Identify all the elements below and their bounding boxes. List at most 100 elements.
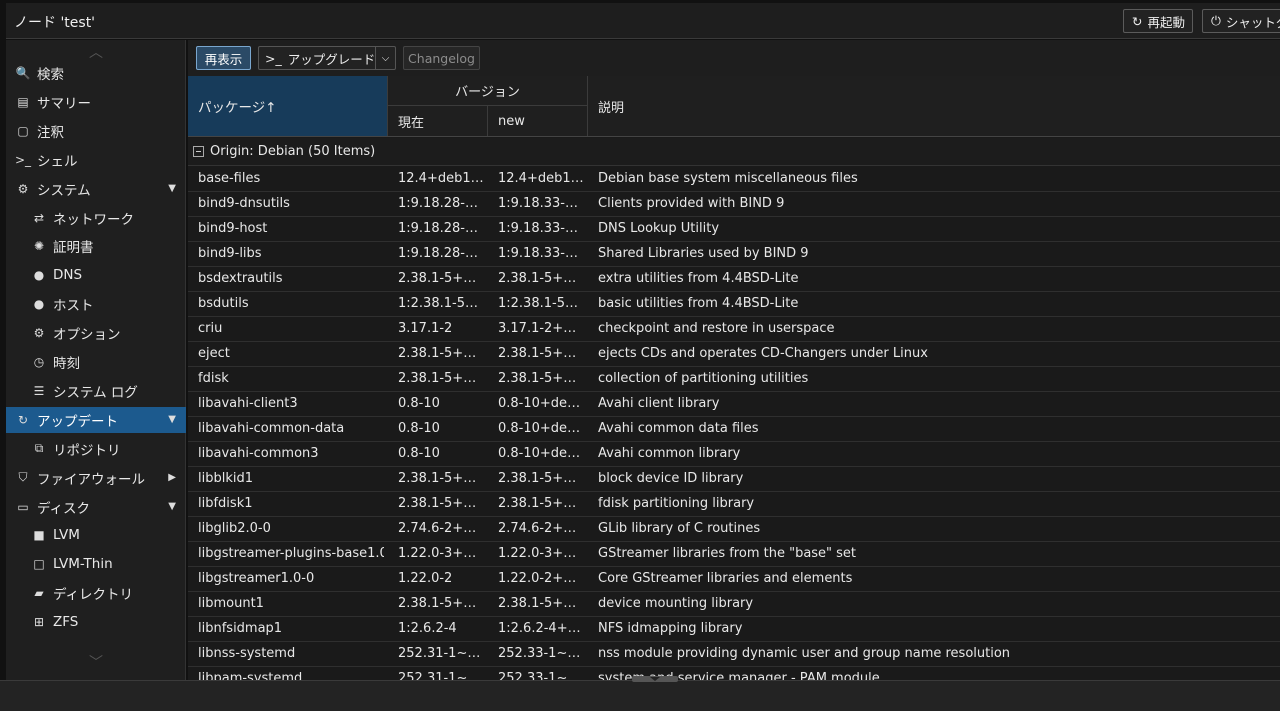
terminal-icon: >_ — [14, 152, 32, 167]
table-row[interactable]: libfdisk1 2.38.1-5+d… 2.38.1-5+d… fdisk par… — [188, 492, 1280, 517]
globe-icon: ● — [33, 268, 45, 283]
column-header-package[interactable]: パッケージ↑ — [188, 76, 388, 136]
caret-right-icon[interactable]: ▶ — [168, 472, 176, 483]
sidebar-item-updates[interactable]: ↻ アップデート ▼ — [6, 406, 186, 433]
power-icon: ⏻ — [1211, 13, 1221, 28]
sidebar-item-certificates[interactable]: ✺ 証明書 — [6, 233, 186, 259]
table-row[interactable]: bind9-dnsutils 1:9.18.28-1… 1:9.18.33-1… Cl… — [188, 192, 1280, 217]
package-name: libavahi-client3 — [198, 396, 298, 411]
sidebar-item-disks[interactable]: ▭ ディスク ▼ — [6, 494, 186, 520]
new-version: 2.38.1-5+d… — [498, 496, 584, 511]
sidebar-item-search[interactable]: 🔍 検索 — [6, 60, 186, 86]
sidebar-item-options[interactable]: ⚙ オプション — [6, 320, 186, 346]
table-row[interactable]: libglib2.0-0 2.74.6-2+d… 2.74.6-2+d… GLib l… — [188, 517, 1280, 542]
caret-down-icon[interactable]: ▼ — [168, 183, 176, 194]
package-description: device mounting library — [598, 596, 754, 611]
sidebar-item-label: 注釈 — [37, 124, 64, 141]
package-name: bind9-libs — [198, 246, 262, 261]
sidebar-item-directory[interactable]: ▰ ディレクトリ — [6, 580, 186, 606]
package-description: Core GStreamer libraries and elements — [598, 571, 853, 586]
sidebar-item-hosts[interactable]: ● ホスト — [6, 291, 186, 317]
sidebar-item-summary[interactable]: ▤ サマリー — [6, 89, 186, 115]
shield-icon: ⛉ — [18, 470, 28, 485]
sidebar-item-notes[interactable]: ▢ 注釈 — [6, 118, 186, 144]
sidebar-item-label: シェル — [37, 153, 78, 170]
caret-down-icon[interactable]: ▼ — [168, 501, 176, 512]
new-version: 3.17.1-2+d… — [498, 321, 584, 336]
table-row[interactable]: criu 3.17.1-2 3.17.1-2+d… checkpoint and re… — [188, 317, 1280, 342]
table-row[interactable]: libavahi-client3 0.8-10 0.8-10+deb… Avahi c… — [188, 392, 1280, 417]
square-outline-icon: □ — [33, 557, 45, 572]
caret-down-icon[interactable]: ▼ — [168, 414, 176, 425]
new-version: 0.8-10+deb… — [498, 421, 584, 436]
new-version: 2.38.1-5+d… — [498, 596, 584, 611]
package-name: libmount1 — [198, 596, 264, 611]
package-name: bind9-dnsutils — [198, 196, 290, 211]
table-row[interactable]: bsdextrautils 2.38.1-5+d… 2.38.1-5+d… extra… — [188, 267, 1280, 292]
sidebar-scroll-down-icon[interactable]: ﹀ — [88, 656, 104, 670]
current-version: 1:9.18.28-1… — [398, 221, 484, 236]
sidebar-item-label: オプション — [53, 327, 121, 344]
sidebar-item-lvm[interactable]: ■ LVM — [6, 522, 186, 548]
column-header-description[interactable]: 説明 — [588, 76, 1280, 136]
table-row[interactable]: bsdutils 1:2.38.1-5+… 1:2.38.1-5+… basic ut… — [188, 292, 1280, 317]
table-row[interactable]: libgstreamer-plugins-base1.0-0 1.22.0-3+d… — [188, 542, 1280, 567]
new-version: 2.38.1-5+d… — [498, 271, 584, 286]
changelog-button[interactable]: Changelog — [403, 46, 480, 70]
square-icon: ■ — [33, 528, 45, 543]
sidebar-item-network[interactable]: ⇄ ネットワーク — [6, 205, 186, 231]
chevron-down-icon[interactable]: ⌵ — [376, 53, 395, 64]
current-version: 12.4+deb12u… — [398, 171, 484, 186]
sidebar-item-system[interactable]: ⚙ システム ▼ — [6, 176, 186, 202]
package-description: Avahi common data files — [598, 421, 759, 436]
table-row[interactable]: fdisk 2.38.1-5+d… 2.38.1-5+d… collection of… — [188, 367, 1280, 392]
table-row[interactable]: libnfsidmap1 1:2.6.2-4 1:2.6.2-4+d… NFS idm… — [188, 617, 1280, 642]
package-name: libgstreamer1.0-0 — [198, 571, 315, 586]
updates-grid: パッケージ↑ バージョン 現在 new 説明 Origin: Debian (5… — [188, 76, 1280, 680]
shutdown-button[interactable]: ⏻ シャットダ — [1202, 9, 1280, 33]
sidebar-item-repositories[interactable]: ⧉ リポジトリ — [6, 436, 186, 462]
sidebar-item-lvm-thin[interactable]: □ LVM-Thin — [6, 551, 186, 577]
cogs-icon: ⚙ — [17, 181, 29, 196]
package-description: Avahi common library — [598, 446, 741, 461]
package-description: system and service manager - PAM module — [598, 671, 880, 680]
table-row[interactable]: libmount1 2.38.1-5+d… 2.38.1-5+d… device mo… — [188, 592, 1280, 617]
table-row[interactable]: libavahi-common3 0.8-10 0.8-10+deb… Avahi c… — [188, 442, 1280, 467]
table-row[interactable]: bind9-libs 1:9.18.28-1… 1:9.18.33-1… Shared… — [188, 242, 1280, 267]
sidebar-scroll-up-icon[interactable]: ︿ — [88, 46, 104, 60]
table-row[interactable]: eject 2.38.1-5+d… 2.38.1-5+d… ejects CDs an… — [188, 342, 1280, 367]
sidebar-item-firewall[interactable]: ⛉ ファイアウォール ▶ — [6, 465, 186, 491]
group-row-debian[interactable]: Origin: Debian (50 Items) — [188, 138, 1280, 166]
column-header-current[interactable]: 現在 — [388, 106, 488, 136]
column-header-new[interactable]: new — [488, 106, 588, 136]
package-description: Shared Libraries used by BIND 9 — [598, 246, 809, 261]
reboot-button[interactable]: ↻ 再起動 — [1123, 9, 1193, 33]
sidebar-item-shell[interactable]: >_ シェル — [6, 147, 186, 173]
sidebar-item-dns[interactable]: ● DNS — [6, 262, 186, 288]
upgrade-main[interactable]: >_ アップグレード — [259, 47, 376, 69]
package-description: nss module providing dynamic user and gr… — [598, 646, 1011, 661]
collapse-icon[interactable] — [193, 146, 204, 157]
table-row[interactable]: bind9-host 1:9.18.28-1… 1:9.18.33-1… DNS Lo… — [188, 217, 1280, 242]
note-icon: ▢ — [17, 123, 29, 138]
splitter-handle[interactable] — [632, 676, 678, 682]
sidebar-item-zfs[interactable]: ⊞ ZFS — [6, 609, 186, 635]
upgrade-button[interactable]: >_ アップグレード ⌵ — [258, 46, 396, 70]
table-row[interactable]: libpam-systemd 252.31-1~d… 252.33-1~d… syst… — [188, 667, 1280, 680]
current-version: 2.38.1-5+d… — [398, 471, 484, 486]
package-name: eject — [198, 346, 230, 361]
list-icon: ☰ — [33, 383, 45, 398]
sidebar-item-syslog[interactable]: ☰ システム ログ — [6, 378, 186, 404]
package-name: libgstreamer-plugins-base1.0-0 — [198, 546, 384, 561]
column-group-version: バージョン — [388, 76, 588, 106]
hdd-icon: ▭ — [17, 499, 29, 514]
table-row[interactable]: libgstreamer1.0-0 1.22.0-2 1.22.0-2+d… Core… — [188, 567, 1280, 592]
sidebar-item-time[interactable]: ◷ 時刻 — [6, 349, 186, 375]
refresh-button[interactable]: 再表示 — [196, 46, 251, 70]
current-version: 0.8-10 — [398, 421, 440, 436]
table-row[interactable]: libnss-systemd 252.31-1~d… 252.33-1~d… nss … — [188, 642, 1280, 667]
table-row[interactable]: base-files 12.4+deb12u… 12.4+deb12u… Debian… — [188, 167, 1280, 192]
group-label: Origin: Debian (50 Items) — [210, 144, 376, 159]
table-row[interactable]: libavahi-common-data 0.8-10 0.8-10+deb… Ava… — [188, 417, 1280, 442]
table-row[interactable]: libblkid1 2.38.1-5+d… 2.38.1-5+d… block dev… — [188, 467, 1280, 492]
